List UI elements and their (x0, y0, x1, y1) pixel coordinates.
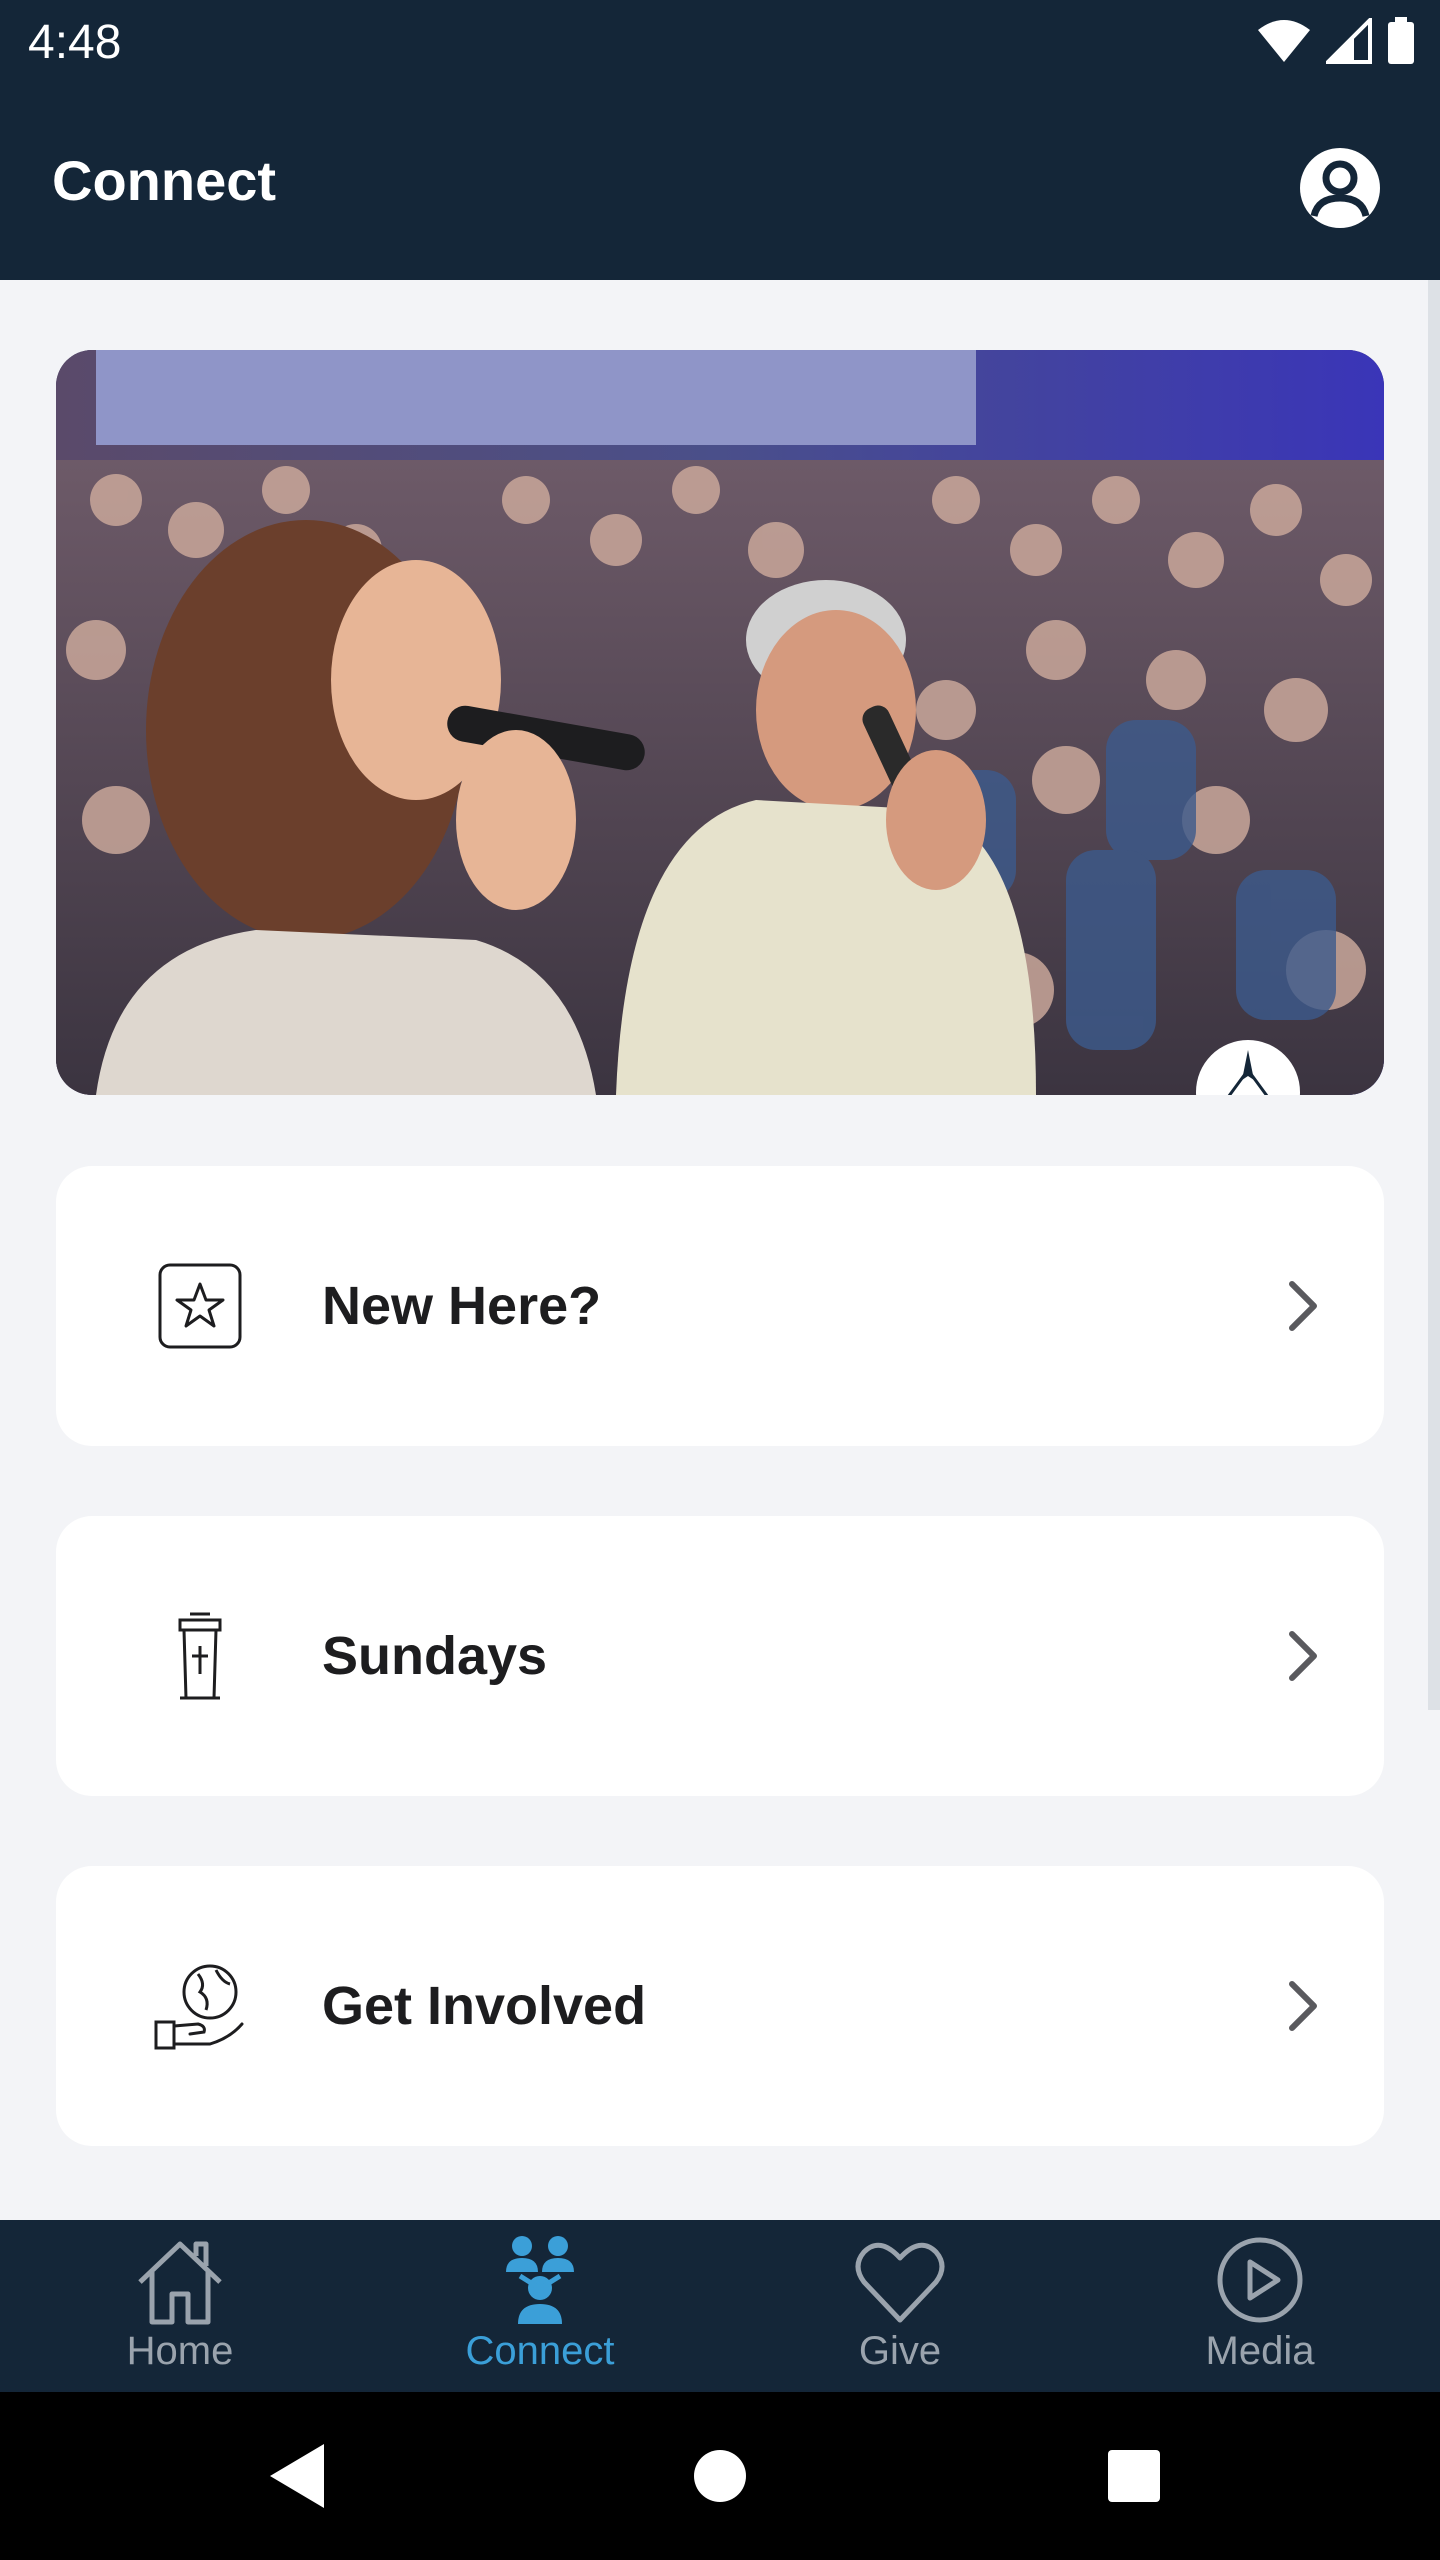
chevron-right-icon (1289, 1281, 1317, 1331)
card-label-new-here: New Here? (322, 1276, 602, 1336)
chevron-right-icon (1289, 1631, 1317, 1681)
home-button-icon[interactable] (682, 2438, 758, 2514)
tab-label-connect: Connect (465, 2329, 615, 2373)
globe-hand-icon (154, 1964, 244, 2050)
home-icon (138, 2241, 222, 2325)
chevron-right-icon (1289, 1981, 1317, 2031)
profile-button[interactable] (1298, 146, 1382, 230)
tab-media[interactable]: Media (1080, 2220, 1440, 2392)
battery-icon (1388, 17, 1414, 64)
card-new-here[interactable]: New Here? (56, 1166, 1384, 1446)
card-sundays[interactable]: Sundays (56, 1516, 1384, 1796)
tab-give[interactable]: Give (720, 2220, 1080, 2392)
recents-button-icon[interactable] (1096, 2438, 1172, 2514)
card-label-sundays: Sundays (322, 1626, 548, 1686)
play-icon (1217, 2237, 1303, 2323)
profile-icon (1300, 148, 1380, 228)
tab-connect[interactable]: Connect (360, 2220, 720, 2392)
page-title: Connect (52, 149, 276, 212)
status-time: 4:48 (28, 16, 122, 69)
tab-label-media: Media (1205, 2329, 1315, 2373)
bottom-tab-bar: Home Connect Give Media (0, 2220, 1440, 2392)
signal-icon (1326, 18, 1372, 64)
status-bar: 4:48 (0, 0, 1440, 86)
card-get-involved[interactable]: Get Involved (56, 1866, 1384, 2146)
status-icons (1256, 16, 1416, 66)
tab-label-give: Give (858, 2329, 942, 2373)
tab-label-home: Home (126, 2329, 234, 2373)
hero-image[interactable] (56, 350, 1384, 1095)
church-logo-badge (1196, 1040, 1300, 1095)
hero-photo (56, 350, 1384, 1095)
main-content: New Here? Sundays Get Involved (0, 280, 1440, 2220)
back-button-icon[interactable] (262, 2438, 338, 2514)
card-label-get-involved: Get Involved (322, 1976, 647, 2036)
star-icon (158, 1263, 242, 1349)
heart-icon (855, 2242, 945, 2323)
system-nav-bar (0, 2392, 1440, 2560)
wifi-icon (1258, 20, 1310, 62)
tab-home[interactable]: Home (0, 2220, 360, 2392)
pulpit-icon (178, 1612, 222, 1700)
app-header: Connect (0, 86, 1440, 280)
people-icon (506, 2236, 574, 2324)
scrollbar[interactable] (1428, 280, 1440, 1710)
